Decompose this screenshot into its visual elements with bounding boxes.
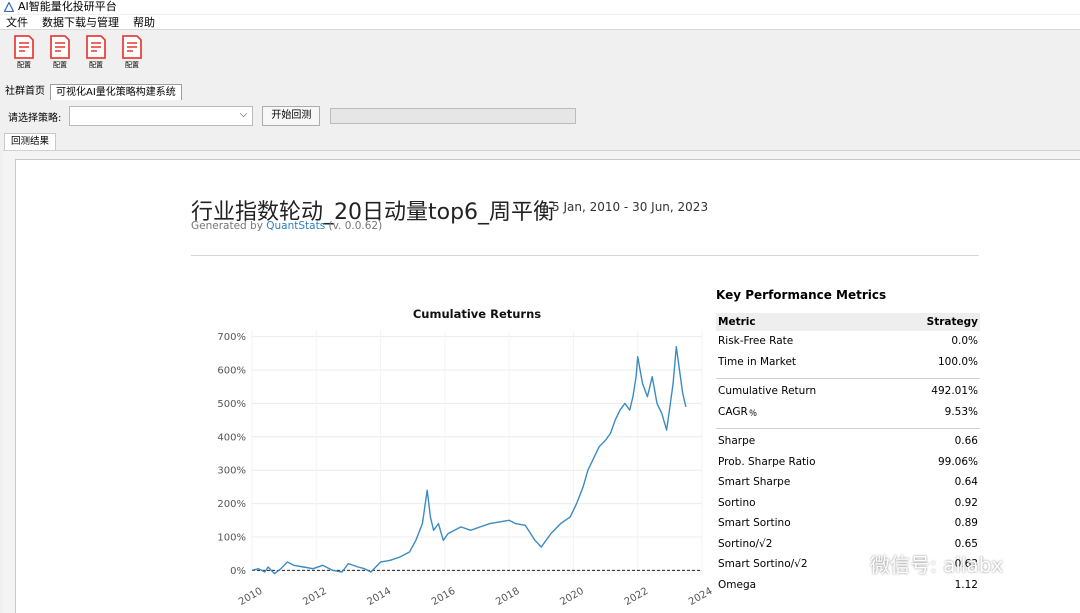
metric-value: 99.06% xyxy=(937,455,978,468)
metric-name: CAGR﹪ xyxy=(718,405,759,418)
metric-row: Sortino 0.92 xyxy=(716,493,980,514)
y-tick-label: 600% xyxy=(217,366,246,377)
y-tick-label: 0% xyxy=(230,566,246,577)
app-logo-icon xyxy=(4,2,14,12)
config-button-1[interactable]: 配置 xyxy=(6,34,42,81)
report-page[interactable]: 行业指数轮动_20日动量top6_周平衡 5 Jan, 2010 - 30 Ju… xyxy=(15,159,1080,613)
metric-value: 0.64 xyxy=(954,476,978,488)
metric-name: Sharpe xyxy=(718,435,756,447)
metric-value: 0.92 xyxy=(954,496,978,509)
y-tick-label: 700% xyxy=(217,332,246,343)
y-tick-label: 200% xyxy=(217,499,246,510)
version-text: (v. 0.0.62) xyxy=(328,220,383,232)
document-config-icon xyxy=(86,35,106,59)
cumulative-returns-chart: Cumulative Returns 0% 100% 200% 300% 400% 500%… xyxy=(186,308,716,613)
config-button-4[interactable]: 配置 xyxy=(114,34,150,81)
metric-row: Smart Sharpe 0.64 xyxy=(716,472,980,493)
config-button-label: 配置 xyxy=(89,61,103,69)
window-title: AI智能量化投研平台 xyxy=(18,0,117,13)
menu-help[interactable]: 帮助 xyxy=(133,14,155,30)
config-button-label: 配置 xyxy=(125,61,139,69)
metric-row: Cumulative Return 492.01% xyxy=(716,381,980,402)
metric-row: Sharpe 0.66 xyxy=(716,431,980,452)
tab-strategy-builder[interactable]: 可视化AI量化策略构建系统 xyxy=(50,84,182,100)
strategy-controls: 请选择策略: ⌵ 开始回测 xyxy=(0,104,1080,128)
x-tick-label: 2014 xyxy=(366,586,394,608)
chevron-down-icon: ⌵ xyxy=(239,109,248,120)
metrics-heading: Key Performance Metrics xyxy=(716,288,887,302)
metric-name: Smart Sortino xyxy=(718,517,791,529)
report-generated-by: Generated by QuantStats (v. 0.0.62) xyxy=(191,220,382,232)
config-button-label: 配置 xyxy=(53,61,67,69)
tab-backtest-result[interactable]: 回测结果 xyxy=(4,133,57,150)
metric-column-header: Metric xyxy=(716,313,888,331)
x-tick-label: 2020 xyxy=(558,586,586,608)
document-config-icon xyxy=(14,35,34,59)
document-config-icon xyxy=(122,35,142,59)
y-tick-label: 400% xyxy=(217,432,246,443)
metric-name: Risk-Free Rate xyxy=(718,335,794,347)
generated-by-text: Generated by xyxy=(191,220,263,232)
metric-name: Smart Sharpe xyxy=(718,476,791,488)
menu-file[interactable]: 文件 xyxy=(6,14,28,30)
main-tabs: 社群首页 可视化AI量化策略构建系统 xyxy=(0,84,182,100)
metric-name: Time in Market xyxy=(718,355,797,368)
metric-row: CAGR﹪ 9.53% xyxy=(716,402,980,423)
metric-name: Sortino xyxy=(718,496,756,509)
x-tick-label: 2018 xyxy=(494,586,522,608)
metric-name: Cumulative Return xyxy=(718,385,817,397)
metric-value: 9.53% xyxy=(944,405,978,418)
menu-bar: 文件 数据下载与管理 帮助 xyxy=(0,15,1080,30)
x-tick-label: 2016 xyxy=(430,586,458,608)
metric-value: 100.0% xyxy=(937,355,978,368)
cumulative-returns-line xyxy=(251,346,687,575)
chart-title: Cumulative Returns xyxy=(413,308,541,321)
x-tick-label: 2024 xyxy=(687,586,715,608)
x-tick-label: 2012 xyxy=(301,586,329,608)
metric-row: Risk-Free Rate 0.0% xyxy=(716,331,980,352)
result-panel: 行业指数轮动_20日动量top6_周平衡 5 Jan, 2010 - 30 Ju… xyxy=(3,150,1080,613)
y-tick-label: 300% xyxy=(217,466,246,477)
metric-value: 0.89 xyxy=(954,517,978,529)
cumulative-returns-svg: Cumulative Returns 0% 100% 200% 300% 400% 500%… xyxy=(217,308,715,608)
menu-data-management[interactable]: 数据下载与管理 xyxy=(42,14,119,30)
y-tick-label: 500% xyxy=(217,399,246,410)
document-config-icon xyxy=(50,35,70,59)
metric-row: Time in Market 100.0% xyxy=(716,352,980,373)
metric-value: 0.66 xyxy=(954,435,978,447)
strategy-label: 请选择策略: xyxy=(8,112,62,124)
x-tick-label: 2022 xyxy=(623,586,651,608)
title-bar: AI智能量化投研平台 xyxy=(0,0,1080,14)
strategy-column-header: Strategy xyxy=(887,313,980,331)
watermark-text: 微信号: ailabx xyxy=(870,553,1004,577)
metrics-separator xyxy=(716,372,980,381)
y-tick-label: 100% xyxy=(217,532,246,543)
metric-row: Smart Sortino 0.89 xyxy=(716,513,980,534)
metrics-separator xyxy=(716,422,980,431)
tab-community-home[interactable]: 社群首页 xyxy=(0,84,50,100)
wechat-icon xyxy=(829,551,862,575)
divider xyxy=(191,255,979,256)
start-backtest-button[interactable]: 开始回测 xyxy=(262,106,321,126)
report-date-range: 5 Jan, 2010 - 30 Jun, 2023 xyxy=(552,200,709,214)
toolbar: 配置 配置 配置 配置 xyxy=(0,31,1080,81)
config-button-label: 配置 xyxy=(17,61,31,69)
metric-value: 492.01% xyxy=(931,385,978,397)
strategy-select[interactable]: ⌵ xyxy=(69,106,254,126)
config-button-3[interactable]: 配置 xyxy=(78,34,114,81)
quantstats-link[interactable]: QuantStats xyxy=(266,220,325,232)
x-tick-label: 2010 xyxy=(237,586,265,608)
config-button-2[interactable]: 配置 xyxy=(42,34,78,81)
progress-bar xyxy=(330,108,577,124)
metric-row: Prob. Sharpe Ratio 99.06% xyxy=(716,452,980,473)
metric-name: Prob. Sharpe Ratio xyxy=(718,455,816,468)
metric-value: 0.0% xyxy=(951,335,978,347)
wechat-watermark: 微信号: ailabx xyxy=(828,549,1003,578)
